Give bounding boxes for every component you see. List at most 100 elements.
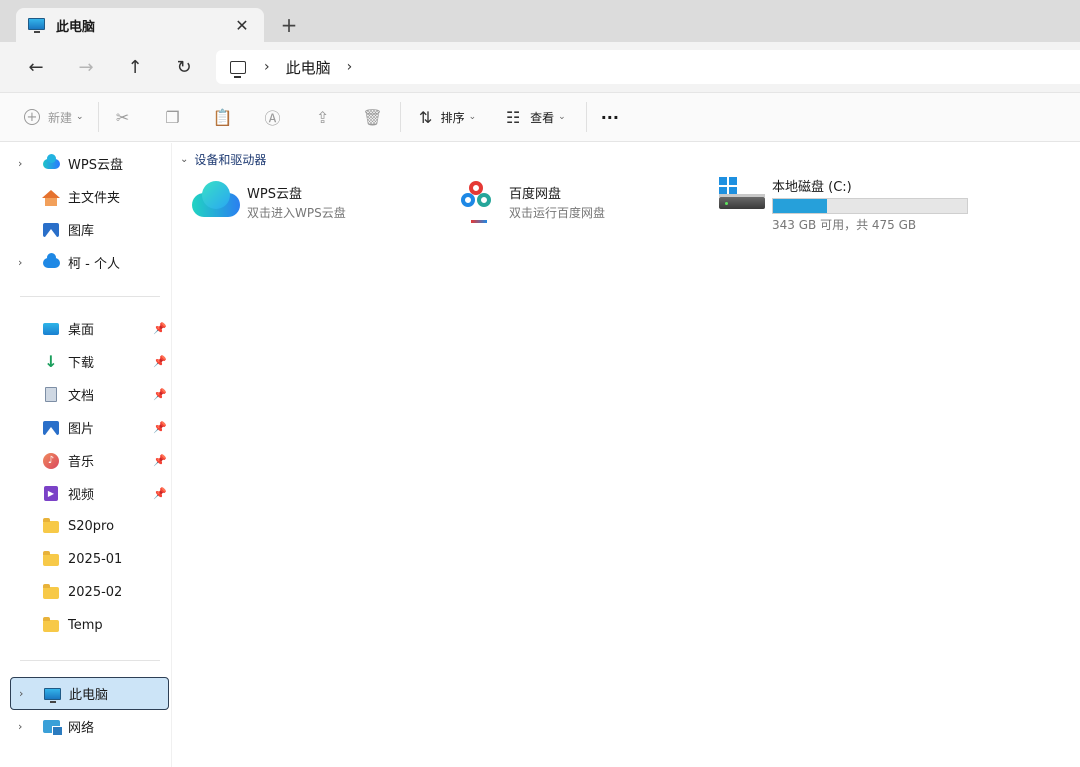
drive-tile-wps-cloud[interactable]: WPS云盘 双击进入WPS云盘 <box>192 179 442 221</box>
drive-tile-local-disk-c[interactable]: 本地磁盘 (C:) 343 GB 可用，共 475 GB <box>719 177 1049 233</box>
group-title: 设备和驱动器 <box>194 153 267 167</box>
sidebar-item-label: 柯 - 个人 <box>68 257 120 272</box>
sort-icon: ⇅ <box>418 107 433 127</box>
chevron-down-icon: ⌄ <box>180 154 189 165</box>
sidebar-item-label: WPS云盘 <box>68 158 123 173</box>
sidebar-item-pictures[interactable]: 图片 📌 <box>10 411 169 444</box>
sidebar-item-this-pc[interactable]: › 此电脑 <box>10 677 169 710</box>
chevron-down-icon: ⌄ <box>558 112 566 122</box>
new-tab-button[interactable]: + <box>278 13 300 37</box>
tile-subtitle: 双击进入WPS云盘 <box>247 206 346 220</box>
tab-this-pc[interactable]: 此电脑 ✕ <box>16 8 264 42</box>
view-label: 查看 <box>530 110 555 125</box>
pin-icon[interactable]: 📌 <box>153 388 167 401</box>
sidebar-item-2025-02[interactable]: 2025-02 <box>10 576 169 609</box>
sidebar-item-label: 文档 <box>68 389 95 404</box>
refresh-button[interactable]: ↻ <box>170 54 198 80</box>
sidebar-item-wps-cloud[interactable]: › WPS云盘 <box>10 147 169 180</box>
gallery-icon <box>42 221 60 239</box>
sidebar-divider <box>20 660 160 661</box>
rename-icon[interactable]: Ⓐ <box>264 108 282 128</box>
sidebar-item-network[interactable]: › 网络 <box>10 710 169 743</box>
sidebar-item-label: 音乐 <box>68 455 95 470</box>
title-bar: 此电脑 ✕ + <box>0 0 1080 42</box>
up-button[interactable]: ↑ <box>121 54 149 80</box>
navigation-bar: ← → ↑ ↻ › 此电脑 › <box>0 42 1080 92</box>
share-icon[interactable]: ⇪ <box>314 108 332 127</box>
toolbar-divider <box>399 102 401 132</box>
sidebar-item-label: 主文件夹 <box>68 191 121 206</box>
breadcrumb-separator[interactable]: › <box>347 59 353 75</box>
toolbar-divider <box>97 102 99 132</box>
chevron-down-icon: ⌄ <box>468 112 477 122</box>
chevron-right-icon[interactable]: › <box>18 256 34 269</box>
sidebar-item-videos[interactable]: ▶ 视频 📌 <box>10 477 169 510</box>
wps-cloud-icon <box>42 153 60 173</box>
chevron-right-icon[interactable]: › <box>18 157 34 170</box>
pin-icon[interactable]: 📌 <box>153 487 167 500</box>
music-icon: ♪ <box>42 452 60 470</box>
chevron-right-icon[interactable]: › <box>18 720 34 733</box>
sidebar-item-music[interactable]: ♪ 音乐 📌 <box>10 444 169 477</box>
sidebar-item-home[interactable]: 主文件夹 <box>10 180 169 213</box>
plus-circle-icon: + <box>24 109 40 125</box>
sidebar-divider <box>20 296 160 297</box>
sidebar-item-label: 此电脑 <box>69 688 109 703</box>
sidebar-item-desktop[interactable]: 桌面 📌 <box>10 312 169 345</box>
breadcrumb-this-pc[interactable]: 此电脑 <box>286 57 331 78</box>
sidebar-item-temp[interactable]: Temp <box>10 609 169 642</box>
drive-tile-baidu-netdisk[interactable]: 百度网盘 双击运行百度网盘 <box>455 175 705 223</box>
more-options-button[interactable]: ··· <box>601 108 619 127</box>
toolbar-divider <box>585 102 587 132</box>
home-icon <box>42 188 60 206</box>
sidebar-item-label: Temp <box>68 618 103 633</box>
sidebar-item-2025-01[interactable]: 2025-01 <box>10 543 169 576</box>
view-icon: ☷ <box>505 107 521 127</box>
group-header[interactable]: ⌄ 设备和驱动器 <box>180 151 266 168</box>
sidebar-item-documents[interactable]: 文档 📌 <box>10 378 169 411</box>
pin-icon[interactable]: 📌 <box>153 322 167 335</box>
sidebar-item-label: 图库 <box>68 224 95 239</box>
sidebar-item-s20pro[interactable]: S20pro <box>10 510 169 543</box>
view-button[interactable]: ☷ 查看 ⌄ <box>504 107 566 127</box>
this-pc-icon <box>43 685 61 703</box>
sidebar-item-downloads[interactable]: ↓ 下载 📌 <box>10 345 169 378</box>
tile-name: WPS云盘 <box>247 187 302 202</box>
desktop-icon <box>42 320 60 338</box>
breadcrumb-separator[interactable]: › <box>264 59 270 75</box>
onedrive-icon <box>42 252 60 272</box>
copy-icon[interactable]: ❐ <box>164 108 182 127</box>
address-bar[interactable]: › 此电脑 › <box>216 50 1080 84</box>
paste-icon[interactable]: 📋 <box>213 108 233 127</box>
tile-name: 百度网盘 <box>509 187 562 202</box>
pin-icon[interactable]: 📌 <box>153 421 167 434</box>
back-button[interactable]: ← <box>22 54 50 80</box>
sidebar-item-onedrive[interactable]: › 柯 - 个人 <box>10 246 169 279</box>
sort-label: 排序 <box>440 110 465 125</box>
pictures-icon <box>42 419 60 437</box>
folder-icon <box>42 550 60 569</box>
cut-icon[interactable]: ✂ <box>114 108 132 127</box>
new-label: 新建 <box>48 110 73 125</box>
sidebar-item-label: 下载 <box>68 356 95 371</box>
computer-icon <box>230 60 246 78</box>
local-disk-icon <box>719 177 765 217</box>
pin-icon[interactable]: 📌 <box>153 355 167 368</box>
document-icon <box>42 386 60 404</box>
chevron-right-icon[interactable]: › <box>19 687 35 700</box>
sidebar-item-label: 2025-02 <box>68 585 123 600</box>
folder-icon <box>42 517 60 536</box>
sidebar-item-gallery[interactable]: 图库 <box>10 213 169 246</box>
new-button[interactable]: + 新建 ⌄ <box>24 109 84 126</box>
command-bar: + 新建 ⌄ ✂ ❐ 📋 Ⓐ ⇪ 🗑 ⇅ 排序 ⌄ ☷ 查看 ⌄ ··· <box>0 92 1080 142</box>
pin-icon[interactable]: 📌 <box>153 454 167 467</box>
forward-button[interactable]: → <box>72 54 100 80</box>
tile-name: 本地磁盘 (C:) <box>772 180 852 195</box>
delete-icon[interactable]: 🗑 <box>362 108 382 127</box>
disk-usage-bar <box>772 198 968 214</box>
sort-button[interactable]: ⇅ 排序 ⌄ <box>417 107 477 127</box>
sidebar-item-label: 视频 <box>68 488 95 503</box>
tile-subtitle: 双击运行百度网盘 <box>509 206 606 220</box>
sidebar-item-label: 桌面 <box>68 323 95 338</box>
close-tab-button[interactable]: ✕ <box>232 15 252 35</box>
